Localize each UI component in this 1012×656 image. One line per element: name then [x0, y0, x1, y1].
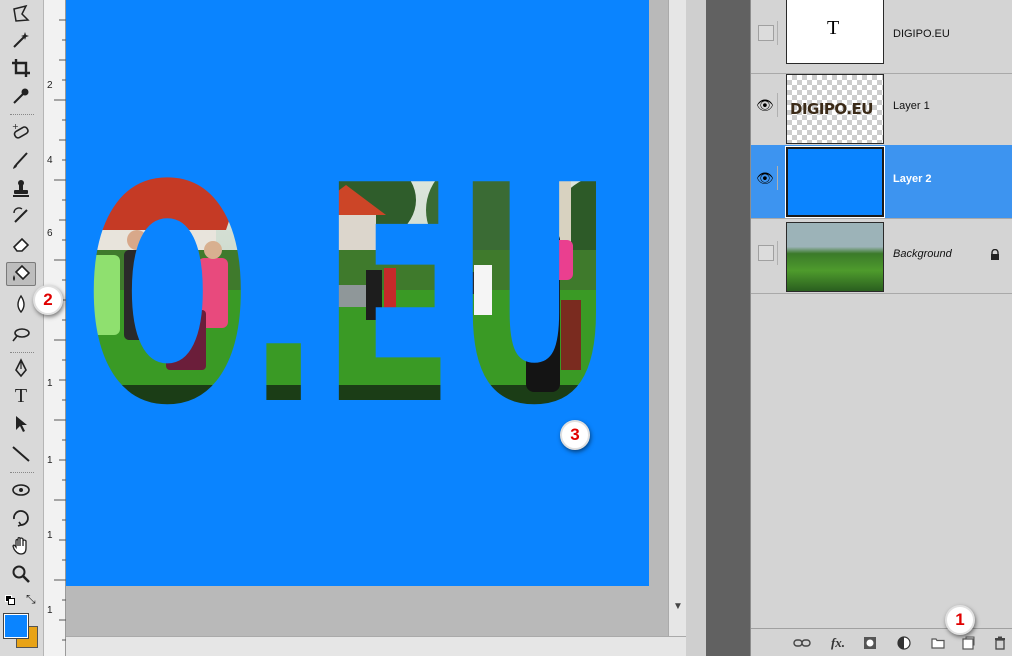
visibility-checkbox[interactable] — [758, 25, 774, 41]
layer-name: Background — [893, 248, 952, 260]
polygonal-lasso-icon[interactable] — [6, 2, 36, 26]
ruler-label: 4 — [47, 155, 53, 166]
ruler-label: 1 — [47, 530, 53, 541]
3d-orbit-icon[interactable] — [6, 506, 36, 530]
default-colors-icon[interactable] — [5, 595, 15, 605]
path-selection-icon[interactable] — [6, 412, 36, 436]
visibility-toggle[interactable] — [754, 21, 778, 45]
eye-icon[interactable]: 👁 — [756, 97, 774, 113]
pen-icon[interactable] — [6, 356, 36, 380]
annotation-badge-2: 2 — [33, 285, 63, 315]
layer-thumbnail: T — [786, 0, 884, 64]
ruler-label: 1 — [47, 378, 53, 389]
3d-rotate-icon[interactable] — [6, 478, 36, 502]
trash-icon[interactable] — [989, 634, 1011, 652]
crop-icon[interactable] — [6, 56, 36, 80]
toolbar-divider — [10, 114, 34, 115]
visibility-checkbox[interactable] — [758, 245, 774, 261]
photoshop-window: + T ⤡ 2 4 6 1 1 1 1 ▼ T DIGIPO.EU 👁 DIGI… — [0, 0, 1012, 656]
layer-thumbnail — [785, 146, 885, 218]
hand-icon[interactable] — [6, 534, 36, 558]
layer-thumb-text: DIGIPO.EU — [790, 100, 873, 118]
swap-colors-icon[interactable]: ⤡ — [26, 592, 36, 607]
layer-name: Layer 1 — [893, 100, 930, 112]
dodge-icon[interactable] — [6, 322, 36, 346]
new-layer-icon[interactable] — [957, 634, 979, 652]
ruler-label: 1 — [47, 455, 53, 466]
layer-thumbnail: DIGIPO.EU — [786, 74, 884, 144]
adjustment-icon[interactable] — [893, 634, 915, 652]
text-layer-thumb-glyph: T — [827, 17, 840, 39]
vertical-scrollbar[interactable]: ▼ — [668, 0, 686, 636]
visibility-toggle[interactable]: 👁 — [754, 166, 778, 190]
visibility-toggle[interactable]: 👁 — [754, 93, 778, 117]
eyedropper-icon[interactable] — [6, 84, 36, 108]
type-icon-glyph: T — [14, 384, 28, 407]
panel-gutter — [706, 0, 750, 656]
spot-healing-icon[interactable]: + — [6, 120, 36, 144]
zoom-icon[interactable] — [6, 562, 36, 586]
layer-row-digipo-eu[interactable]: T DIGIPO.EU — [751, 0, 1012, 74]
annotation-badge-1: 1 — [945, 605, 975, 635]
toolbar-divider — [10, 472, 34, 473]
layers-panel-footer: fx. — [751, 628, 1012, 656]
document-canvas[interactable]: O.EU — [66, 0, 649, 586]
line-icon[interactable] — [6, 442, 36, 466]
fx-label: fx. — [830, 635, 846, 650]
layer-name: DIGIPO.EU — [893, 28, 950, 40]
ruler-label: 2 — [47, 80, 53, 91]
history-brush-icon[interactable] — [6, 204, 36, 228]
blur-icon[interactable] — [6, 292, 36, 316]
type-icon[interactable]: T — [6, 384, 36, 408]
scroll-down-icon[interactable]: ▼ — [673, 601, 683, 612]
layer-thumbnail — [786, 222, 884, 292]
tools-panel: + T ⤡ — [0, 0, 44, 656]
annotation-badge-3: 3 — [560, 420, 590, 450]
svg-text:+: + — [12, 122, 19, 131]
clone-stamp-icon[interactable] — [6, 176, 36, 200]
link-icon[interactable] — [791, 634, 813, 652]
brush-icon[interactable] — [6, 148, 36, 172]
visibility-toggle[interactable] — [754, 241, 778, 265]
toolbar-divider — [10, 352, 34, 353]
vertical-ruler: 2 4 6 8 1 1 1 1 — [44, 0, 66, 656]
magic-wand-icon[interactable] — [6, 28, 36, 52]
lock-icon — [991, 249, 999, 260]
layers-panel: T DIGIPO.EU 👁 DIGIPO.EU Layer 1 👁 Layer … — [750, 0, 1012, 656]
horizontal-scrollbar[interactable] — [66, 636, 686, 656]
eraser-icon[interactable] — [6, 232, 36, 256]
layer-name: Layer 2 — [893, 173, 932, 185]
canvas-area: O.EU — [66, 0, 686, 656]
layer-row-background[interactable]: Background — [751, 220, 1012, 294]
mask-icon[interactable] — [859, 634, 881, 652]
fx-icon[interactable]: fx. — [827, 634, 849, 652]
eye-icon[interactable]: 👁 — [756, 170, 774, 186]
layer-row-layer-1[interactable]: 👁 DIGIPO.EU Layer 1 — [751, 72, 1012, 146]
layer-row-layer-2[interactable]: 👁 Layer 2 — [751, 145, 1012, 219]
foreground-color-swatch[interactable] — [3, 613, 29, 639]
paint-bucket-icon[interactable] — [6, 262, 36, 286]
ruler-label: 1 — [47, 605, 53, 616]
ruler-label: 6 — [47, 228, 53, 239]
folder-icon[interactable] — [927, 634, 949, 652]
